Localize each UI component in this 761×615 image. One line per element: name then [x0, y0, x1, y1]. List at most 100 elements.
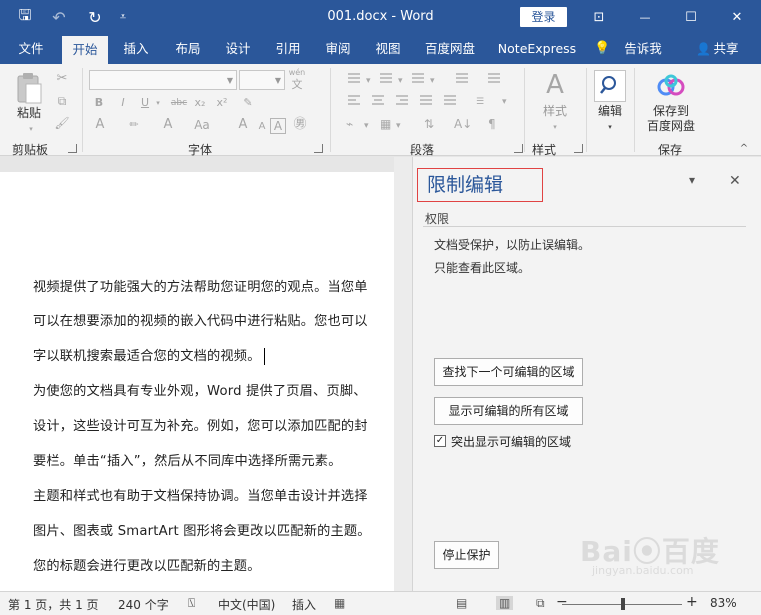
page-count-status[interactable]: 第 1 页，共 1 页	[8, 596, 99, 613]
copy-icon[interactable]: ⧉	[54, 94, 70, 108]
language-status[interactable]: 中文(中国)	[218, 596, 275, 613]
character-border-icon[interactable]: A	[270, 118, 286, 134]
styles-launcher-icon[interactable]	[574, 144, 583, 153]
font-color-icon[interactable]: A	[160, 118, 176, 132]
group-separator	[330, 68, 331, 152]
paragraph-launcher-icon[interactable]	[514, 144, 523, 153]
styles-group-label: 样式	[532, 143, 557, 157]
macro-recording-icon[interactable]: ▦	[334, 596, 345, 610]
tab-references[interactable]: 引用	[266, 34, 310, 64]
chevron-down-icon[interactable]: ▾	[605, 120, 615, 134]
login-button[interactable]: 登录	[520, 7, 567, 27]
strikethrough-icon[interactable]: abc	[168, 96, 190, 110]
baidu-netdisk-icon[interactable]	[656, 72, 686, 102]
insert-mode-status[interactable]: 插入	[292, 596, 316, 613]
paragraph-controls[interactable]: ▾ ▾ ▾ ☰ ▾ ⌁ ▾ ▦ ▾ ⇅ A↓ ¶	[344, 70, 522, 140]
shrink-font-icon[interactable]: A	[256, 120, 268, 134]
text-line: 视频提供了功能强大的方法帮助您证明您的观点。当您单	[33, 280, 368, 295]
editing-button-label[interactable]: 编辑	[592, 104, 628, 119]
pane-close-icon[interactable]: ✕	[729, 173, 741, 189]
styles-gallery-icon[interactable]: A	[538, 70, 572, 100]
web-layout-icon[interactable]: ⧉	[536, 596, 545, 611]
text-line: 要栏。单击“插入”，然后从不同库中选择所需元素。	[33, 454, 342, 469]
font-name-combo[interactable]: ▼	[89, 70, 237, 90]
stop-protection-button[interactable]: 停止保护	[434, 541, 499, 569]
proofing-icon[interactable]: ⍂	[188, 596, 195, 611]
show-all-editable-regions-button[interactable]: 显示可编辑的所有区域	[434, 397, 583, 425]
collapse-ribbon-icon[interactable]: ^	[738, 142, 750, 156]
enclose-characters-icon[interactable]: ㊚	[292, 118, 308, 132]
ribbon-display-options-icon[interactable]: ⊡	[576, 0, 622, 34]
tab-baidu-netdisk[interactable]: 百度网盘	[418, 34, 482, 64]
clipboard-launcher-icon[interactable]	[68, 144, 77, 153]
text-line: 字以联机搜索最适合您的文档的视频。	[33, 349, 261, 364]
zoom-out-button[interactable]: −	[556, 594, 568, 610]
word-count-status[interactable]: 240 个字	[118, 596, 169, 613]
phonetic-guide-icon[interactable]: wén	[288, 68, 306, 78]
clear-formatting-icon[interactable]: ✎	[240, 96, 256, 110]
maximize-icon[interactable]: ☐	[668, 0, 714, 34]
document-page[interactable]: 视频提供了功能强大的方法帮助您证明您的观点。当您单 可以在想要添加的视频的嵌入代…	[0, 172, 394, 591]
minimize-icon[interactable]: —	[622, 0, 668, 34]
paste-button-label[interactable]: 粘贴	[12, 106, 46, 121]
svg-text:A↓: A↓	[454, 117, 472, 131]
redo-icon[interactable]: ↻	[84, 0, 106, 34]
underline-icon[interactable]: U	[138, 96, 152, 110]
tab-home[interactable]: 开始	[62, 36, 108, 64]
baidu-jingyan-watermark: Bai⦿百度 jingyan.baidu.com	[580, 530, 750, 580]
styles-button-label[interactable]: 样式	[536, 104, 574, 119]
close-icon[interactable]: ✕	[714, 0, 760, 34]
tab-layout[interactable]: 布局	[166, 34, 210, 64]
vertical-scrollbar[interactable]	[394, 157, 412, 591]
print-layout-icon[interactable]: ▥	[496, 596, 514, 610]
highlight-regions-label: 突出显示可编辑的区域	[451, 435, 572, 449]
zoom-level[interactable]: 83%	[710, 596, 737, 610]
chevron-down-icon[interactable]: ▾	[154, 96, 162, 110]
title-bar: 🖫 ↶ ↻ ⩡ 001.docx - Word 登录 ⊡ — ☐ ✕	[0, 0, 761, 34]
customize-quick-access-icon[interactable]: ⩡	[114, 0, 132, 34]
chevron-down-icon[interactable]: ▾	[550, 120, 560, 134]
editing-button[interactable]	[594, 70, 626, 102]
save-to-baidu-label-2[interactable]: 百度网盘	[640, 119, 702, 134]
tab-noteexpress[interactable]: NoteExpress	[494, 34, 580, 64]
highlight-regions-checkbox[interactable]: ✓	[434, 435, 446, 447]
highlight-icon[interactable]: ✏	[126, 118, 142, 132]
share-button[interactable]: 共享	[710, 34, 742, 64]
search-icon	[600, 76, 616, 94]
document-area: 视频提供了功能强大的方法帮助您证明您的观点。当您单 可以在想要添加的视频的嵌入代…	[0, 157, 412, 591]
paste-icon[interactable]	[14, 72, 44, 106]
svg-text:▾: ▾	[502, 97, 507, 107]
save-icon[interactable]: 🖫	[14, 0, 36, 34]
subscript-icon[interactable]: x₂	[192, 96, 208, 110]
tab-view[interactable]: 视图	[366, 34, 410, 64]
pane-title: 限制编辑	[417, 168, 543, 202]
italic-icon[interactable]: I	[116, 96, 130, 110]
find-next-editable-region-button[interactable]: 查找下一个可编辑的区域	[434, 358, 583, 386]
svg-text:▾: ▾	[364, 121, 369, 131]
save-to-baidu-label-1[interactable]: 保存到	[640, 104, 702, 119]
format-painter-icon[interactable]: 🖌	[54, 116, 70, 130]
read-mode-icon[interactable]: ▤	[456, 596, 467, 610]
undo-icon[interactable]: ↶	[48, 0, 70, 34]
zoom-slider-thumb[interactable]	[621, 598, 625, 610]
cut-icon[interactable]: ✂	[54, 72, 70, 86]
tab-file[interactable]: 文件	[10, 34, 52, 64]
superscript-icon[interactable]: x²	[214, 96, 230, 110]
change-case-icon[interactable]: Aa	[192, 118, 212, 132]
svg-text:¶: ¶	[488, 117, 496, 131]
grow-font-icon[interactable]: A	[236, 118, 250, 132]
text-line: 图片、图表或 SmartArt 图形将会更改以匹配新的主题。	[33, 524, 371, 539]
font-launcher-icon[interactable]	[314, 144, 323, 153]
tab-design[interactable]: 设计	[216, 34, 260, 64]
bold-icon[interactable]: B	[92, 96, 106, 110]
tab-review[interactable]: 审阅	[316, 34, 360, 64]
tell-me-search[interactable]: 告诉我	[620, 34, 666, 64]
text-effects-icon[interactable]: A	[92, 118, 108, 132]
zoom-in-button[interactable]: +	[686, 594, 698, 610]
svg-text:▦: ▦	[380, 117, 391, 131]
font-size-combo[interactable]: ▼	[239, 70, 285, 90]
tab-insert[interactable]: 插入	[114, 34, 158, 64]
paste-dropdown-icon[interactable]: ▾	[26, 122, 36, 136]
text-caret	[263, 347, 265, 365]
pane-options-chevron-icon[interactable]: ▾	[689, 173, 695, 187]
